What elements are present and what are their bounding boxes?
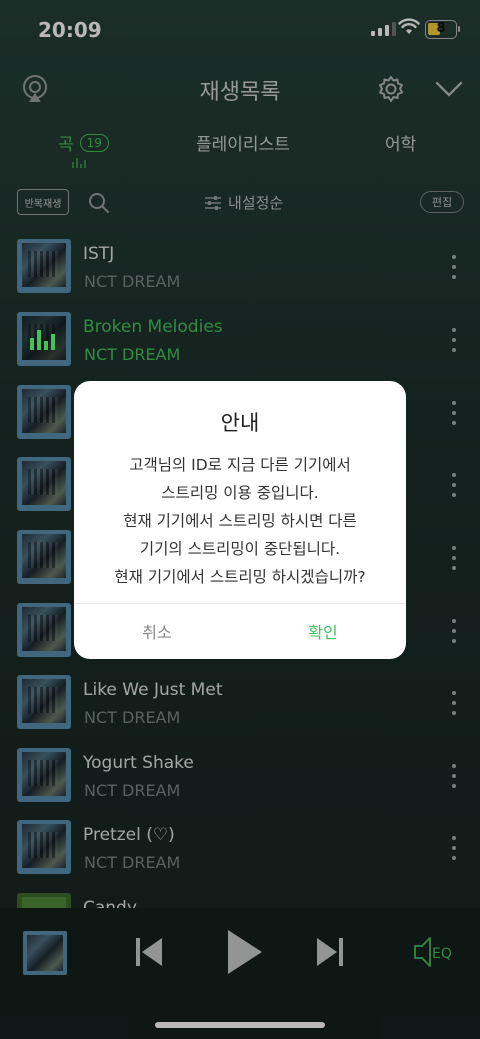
- playlist-screen: 20:09 8 재생목록 곡 19 플레이리스트 어학 반복재생 내설정순 편집…: [0, 0, 480, 1039]
- dialog-message-line: 스트리밍 이용 중입니다.: [161, 484, 319, 502]
- streaming-alert-dialog: 안내 고객님의 ID로 지금 다른 기기에서 스트리밍 이용 중입니다. 현재 …: [74, 381, 406, 659]
- cancel-button[interactable]: 취소: [74, 603, 240, 659]
- equalizer-icon: [30, 330, 55, 350]
- confirm-button[interactable]: 확인: [240, 603, 406, 659]
- dialog-message-line: 현재 기기에서 스트리밍 하시겠습니까?: [114, 568, 366, 586]
- dialog-message-line: 기기의 스트리밍이 중단됩니다.: [139, 540, 341, 558]
- dialog-message: 고객님의 ID로 지금 다른 기기에서 스트리밍 이용 중입니다. 현재 기기에…: [74, 451, 406, 591]
- dialog-message-line: 현재 기기에서 스트리밍 하시면 다른: [123, 512, 357, 530]
- dialog-message-line: 고객님의 ID로 지금 다른 기기에서: [129, 456, 351, 474]
- dialog-title: 안내: [220, 411, 260, 435]
